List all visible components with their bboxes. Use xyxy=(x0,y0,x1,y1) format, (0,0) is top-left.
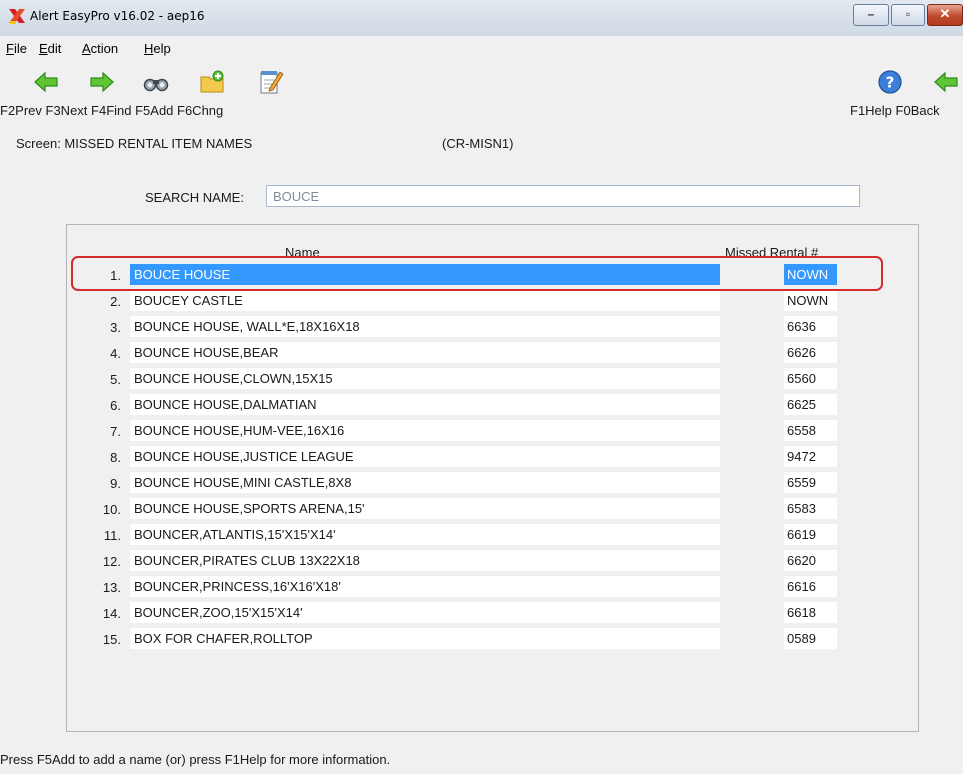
main-panel: SEARCH NAME: Name Missed Rental # 1. BOUC… xyxy=(0,160,963,774)
app-logo-icon xyxy=(9,9,25,24)
screen-code: (CR-MISN1) xyxy=(442,136,514,151)
menu-help[interactable]: Help xyxy=(144,41,171,56)
row-index: 11. xyxy=(103,528,121,543)
row-name-cell[interactable]: BOUNCER,PIRATES CLUB 13X22X18 xyxy=(130,550,720,571)
column-header-name: Name xyxy=(285,245,320,260)
help-icon[interactable]: ? xyxy=(876,68,904,96)
row-missed-rental-cell[interactable]: 6620 xyxy=(784,550,837,571)
row-name-cell[interactable]: BOUNCE HOUSE,HUM-VEE,16X16 xyxy=(130,420,720,441)
row-index: 4. xyxy=(110,346,121,361)
row-missed-rental-cell[interactable]: 6619 xyxy=(784,524,837,545)
row-name-cell[interactable]: BOUNCE HOUSE,MINI CASTLE,8X8 xyxy=(130,472,720,493)
row-index: 9. xyxy=(110,476,121,491)
row-index: 8. xyxy=(110,450,121,465)
row-name-cell[interactable]: BOUNCE HOUSE,DALMATIAN xyxy=(130,394,720,415)
maximize-button[interactable]: ▫ xyxy=(891,4,925,26)
row-missed-rental-cell[interactable]: 6618 xyxy=(784,602,837,623)
row-name-cell[interactable]: BOUNCER,ATLANTIS,15'X15'X14' xyxy=(130,524,720,545)
minimize-icon: – xyxy=(867,7,875,21)
screen-title: Screen: MISSED RENTAL ITEM NAMES xyxy=(16,136,253,151)
status-message: Press F5Add to add a name (or) press F1H… xyxy=(0,752,391,767)
row-missed-rental-cell[interactable]: 0589 xyxy=(784,628,837,649)
shortcut-keys-left: F2Prev F3Next F4Find F5Add F6Chng xyxy=(0,103,224,118)
row-index: 7. xyxy=(110,424,121,439)
table-row[interactable]: 7. BOUNCE HOUSE,HUM-VEE,16X16 6558 xyxy=(67,420,920,442)
row-index: 14. xyxy=(102,606,121,621)
table-row[interactable]: 3. BOUNCE HOUSE, WALL*E,18X16X18 6636 xyxy=(67,316,920,338)
row-index: 1. xyxy=(110,268,121,283)
table-row[interactable]: 5. BOUNCE HOUSE,CLOWN,15X15 6560 xyxy=(67,368,920,390)
binoculars-icon[interactable] xyxy=(142,68,170,96)
row-missed-rental-cell[interactable]: 6558 xyxy=(784,420,837,441)
table-row[interactable]: 9. BOUNCE HOUSE,MINI CASTLE,8X8 6559 xyxy=(67,472,920,494)
row-index: 6. xyxy=(110,398,121,413)
close-icon: ✕ xyxy=(939,6,951,21)
minimize-button[interactable]: – xyxy=(853,4,889,26)
title-bar: Alert EasyPro v16.02 - aep16 – ▫ ✕ xyxy=(0,0,963,36)
maximize-icon: ▫ xyxy=(905,7,911,21)
row-index: 3. xyxy=(110,320,121,335)
table-row[interactable]: 6. BOUNCE HOUSE,DALMATIAN 6625 xyxy=(67,394,920,416)
table-row[interactable]: 14. BOUNCER,ZOO,15'X15'X14' 6618 xyxy=(67,602,920,624)
table-row[interactable]: 4. BOUNCE HOUSE,BEAR 6626 xyxy=(67,342,920,364)
row-name-cell[interactable]: BOUNCE HOUSE,BEAR xyxy=(130,342,720,363)
table-row[interactable]: 13. BOUNCER,PRINCESS,16'X16'X18' 6616 xyxy=(67,576,920,598)
search-name-input[interactable] xyxy=(266,185,860,207)
row-index: 12. xyxy=(102,554,121,569)
row-index: 2. xyxy=(110,294,121,309)
prev-arrow-icon[interactable] xyxy=(32,68,60,96)
row-missed-rental-cell[interactable]: NOWN xyxy=(784,264,837,285)
table-row[interactable]: 15. BOX FOR CHAFER,ROLLTOP 0589 xyxy=(67,628,920,650)
change-notepad-icon[interactable] xyxy=(256,68,284,96)
row-missed-rental-cell[interactable]: 6583 xyxy=(784,498,837,519)
row-index: 10. xyxy=(102,502,121,517)
table-row[interactable]: 2. BOUCEY CASTLE NOWN xyxy=(67,290,920,312)
row-missed-rental-cell[interactable]: 9472 xyxy=(784,446,837,467)
row-name-cell[interactable]: BOX FOR CHAFER,ROLLTOP xyxy=(130,628,720,649)
toolbar: ? xyxy=(0,62,963,100)
row-name-cell[interactable]: BOUCEY CASTLE xyxy=(130,290,720,311)
menu-bar: File Edit Action Help xyxy=(0,36,963,62)
menu-action[interactable]: Action xyxy=(82,41,118,56)
shortcut-bar: F2Prev F3Next F4Find F5Add F6Chng F1Help… xyxy=(0,100,963,122)
screen-header: Screen: MISSED RENTAL ITEM NAMES (CR-MIS… xyxy=(0,122,963,160)
shortcut-keys-right: F1Help F0Back xyxy=(850,103,940,118)
row-name-cell[interactable]: BOUNCE HOUSE,SPORTS ARENA,15' xyxy=(130,498,720,519)
row-name-cell[interactable]: BOUCE HOUSE xyxy=(130,264,720,285)
menu-edit[interactable]: Edit xyxy=(39,41,61,56)
row-missed-rental-cell[interactable]: 6616 xyxy=(784,576,837,597)
table-row[interactable]: 8. BOUNCE HOUSE,JUSTICE LEAGUE 9472 xyxy=(67,446,920,468)
row-missed-rental-cell[interactable]: 6625 xyxy=(784,394,837,415)
table-row[interactable]: 1. BOUCE HOUSE NOWN xyxy=(67,264,920,286)
table-row[interactable]: 11. BOUNCER,ATLANTIS,15'X15'X14' 6619 xyxy=(67,524,920,546)
back-arrow-icon[interactable] xyxy=(932,68,960,96)
table-row[interactable]: 10. BOUNCE HOUSE,SPORTS ARENA,15' 6583 xyxy=(67,498,920,520)
row-name-cell[interactable]: BOUNCE HOUSE,CLOWN,15X15 xyxy=(130,368,720,389)
results-list: Name Missed Rental # 1. BOUCE HOUSE NOWN 2.… xyxy=(66,224,919,732)
table-row[interactable]: 12. BOUNCER,PIRATES CLUB 13X22X18 6620 xyxy=(67,550,920,572)
next-arrow-icon[interactable] xyxy=(88,68,116,96)
add-folder-icon[interactable] xyxy=(198,68,226,96)
svg-text:?: ? xyxy=(886,74,895,92)
row-missed-rental-cell[interactable]: NOWN xyxy=(784,290,837,311)
row-name-cell[interactable]: BOUNCE HOUSE, WALL*E,18X16X18 xyxy=(130,316,720,337)
close-button[interactable]: ✕ xyxy=(927,4,963,26)
menu-file[interactable]: File xyxy=(6,41,27,56)
row-missed-rental-cell[interactable]: 6560 xyxy=(784,368,837,389)
column-header-missed-rental: Missed Rental # xyxy=(725,245,819,260)
search-label: SEARCH NAME: xyxy=(145,190,244,205)
row-index: 13. xyxy=(102,580,121,595)
row-name-cell[interactable]: BOUNCER,ZOO,15'X15'X14' xyxy=(130,602,720,623)
row-missed-rental-cell[interactable]: 6559 xyxy=(784,472,837,493)
row-index: 5. xyxy=(110,372,121,387)
row-missed-rental-cell[interactable]: 6626 xyxy=(784,342,837,363)
row-name-cell[interactable]: BOUNCER,PRINCESS,16'X16'X18' xyxy=(130,576,720,597)
window-title: Alert EasyPro v16.02 - aep16 xyxy=(30,9,205,23)
row-name-cell[interactable]: BOUNCE HOUSE,JUSTICE LEAGUE xyxy=(130,446,720,467)
row-missed-rental-cell[interactable]: 6636 xyxy=(784,316,837,337)
row-index: 15. xyxy=(102,632,121,647)
